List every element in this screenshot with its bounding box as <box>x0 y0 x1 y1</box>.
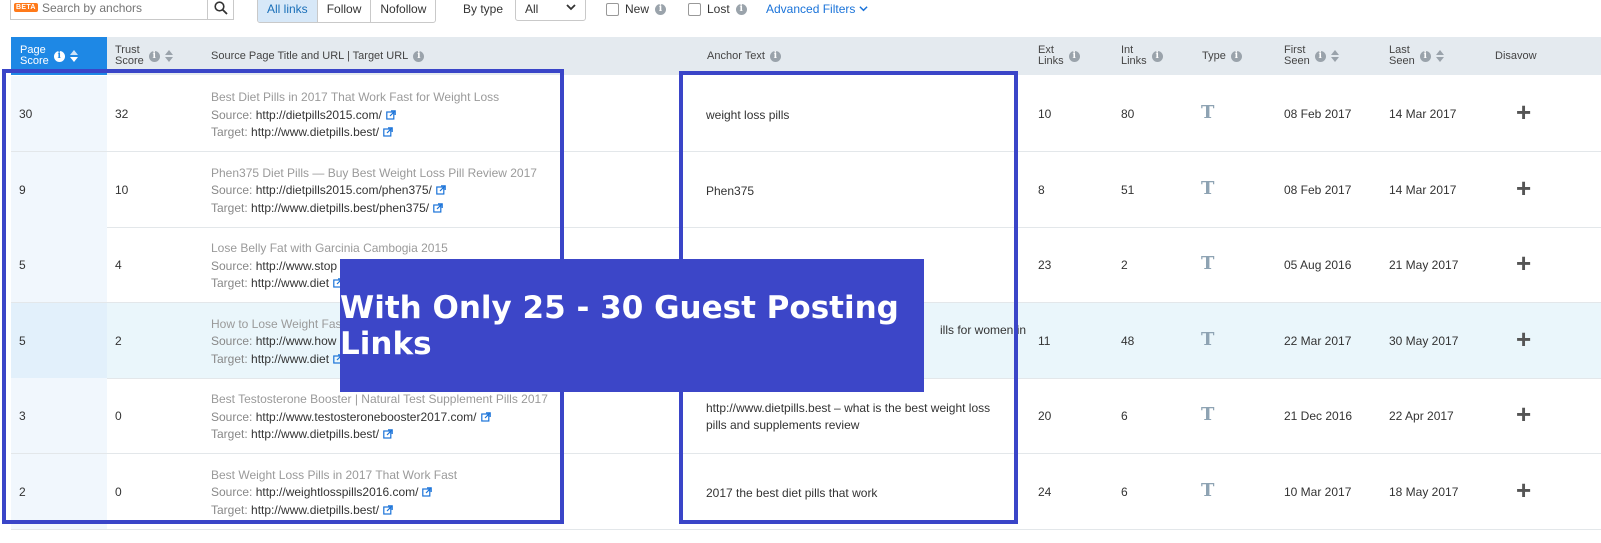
lost-filter[interactable]: Lost i <box>688 2 747 16</box>
beta-badge: BETA <box>14 3 38 12</box>
chevron-down-icon <box>859 6 868 12</box>
last-seen-date: 18 May 2017 <box>1389 484 1459 499</box>
info-icon: i <box>769 50 781 62</box>
int-links: 51 <box>1121 182 1135 197</box>
new-label: New <box>625 2 650 16</box>
by-type-label: By type <box>463 2 504 16</box>
anchor-search-box: BETA <box>10 0 234 20</box>
info-icon: i <box>1314 50 1326 62</box>
first-seen-date: 10 Mar 2017 <box>1284 484 1352 499</box>
info-icon: i <box>148 50 160 62</box>
column-label: Disavow <box>1495 49 1537 62</box>
advanced-filters-link[interactable]: Advanced Filters <box>766 2 868 16</box>
column-ext-links: Ext Links i <box>1038 37 1080 75</box>
column-first-seen[interactable]: First Seen i <box>1284 37 1339 75</box>
new-checkbox[interactable] <box>606 2 619 16</box>
column-label: Links <box>1121 55 1147 67</box>
int-links: 6 <box>1121 409 1128 423</box>
text-link-type-icon: T <box>1201 102 1215 123</box>
sort-icon[interactable] <box>69 50 78 62</box>
promo-banner: With Only 25 - 30 Guest Posting Links <box>340 259 924 392</box>
lost-checkbox[interactable] <box>688 2 701 16</box>
column-disavow: Disavow <box>1495 37 1537 75</box>
type-select-value: All <box>525 2 539 16</box>
disavow-plus-icon[interactable]: + <box>1516 326 1531 352</box>
disavow-plus-icon[interactable]: + <box>1516 250 1531 276</box>
text-link-type-icon: T <box>1201 404 1215 425</box>
info-icon: i <box>1068 50 1080 62</box>
column-type: Type i <box>1202 37 1242 75</box>
info-icon: i <box>735 3 747 15</box>
ext-links: 20 <box>1038 409 1052 423</box>
text-link-type-icon: T <box>1201 479 1215 501</box>
disavow-plus-icon[interactable]: + <box>1516 401 1531 427</box>
chevron-down-icon <box>566 4 576 11</box>
filter-toolbar: BETA All links Follow Nofollow By type A… <box>0 0 1601 30</box>
ext-links: 11 <box>1038 333 1051 348</box>
ext-links: 10 <box>1038 107 1052 121</box>
first-seen-date: 21 Dec 2016 <box>1284 409 1353 423</box>
info-icon: i <box>1151 50 1163 62</box>
last-seen-date: 14 Mar 2017 <box>1389 182 1457 197</box>
link-filter-group: All links Follow Nofollow <box>257 0 437 23</box>
sort-icon[interactable] <box>164 50 173 62</box>
int-links: 6 <box>1121 484 1128 499</box>
advanced-filters-label: Advanced Filters <box>766 2 856 16</box>
info-icon: i <box>1419 50 1431 62</box>
column-label: Source Page Title and URL | Target URL <box>211 49 409 62</box>
type-select[interactable]: All <box>515 0 586 21</box>
last-seen-date: 14 Mar 2017 <box>1389 107 1457 121</box>
ext-links: 23 <box>1038 258 1052 272</box>
first-seen-date: 22 Mar 2017 <box>1284 333 1352 348</box>
column-label: Score <box>20 55 49 67</box>
column-label: Score <box>115 55 144 67</box>
filter-all-links[interactable]: All links <box>258 0 317 22</box>
search-button[interactable] <box>207 0 234 20</box>
ext-links: 24 <box>1038 484 1052 499</box>
lost-label: Lost <box>707 2 730 16</box>
column-anchor-text: Anchor Text i <box>707 37 781 75</box>
first-seen-date: 05 Aug 2016 <box>1284 258 1352 272</box>
info-icon: i <box>413 50 425 62</box>
text-link-type-icon: T <box>1201 253 1215 274</box>
column-label: Seen <box>1284 55 1310 67</box>
sort-icon[interactable] <box>1435 50 1444 62</box>
filter-follow[interactable]: Follow <box>316 0 371 22</box>
disavow-plus-icon[interactable]: + <box>1516 477 1531 503</box>
info-icon: i <box>655 3 667 15</box>
column-label: Seen <box>1389 55 1415 67</box>
int-links: 80 <box>1121 107 1135 121</box>
last-seen-date: 22 Apr 2017 <box>1389 409 1454 423</box>
column-last-seen[interactable]: Last Seen i <box>1389 37 1444 75</box>
column-label: Anchor Text <box>707 49 765 62</box>
last-seen-date: 30 May 2017 <box>1389 333 1459 348</box>
filter-nofollow[interactable]: Nofollow <box>370 0 435 22</box>
column-label: Type <box>1202 49 1226 62</box>
int-links: 48 <box>1121 333 1135 348</box>
text-link-type-icon: T <box>1201 177 1215 199</box>
sort-icon[interactable] <box>1330 50 1339 62</box>
last-seen-date: 21 May 2017 <box>1389 258 1459 272</box>
search-icon <box>214 1 228 15</box>
info-icon: i <box>1230 50 1242 62</box>
first-seen-date: 08 Feb 2017 <box>1284 182 1352 197</box>
disavow-plus-icon[interactable]: + <box>1516 175 1531 201</box>
new-filter[interactable]: New i <box>606 2 667 16</box>
column-label: Links <box>1038 55 1064 67</box>
search-input[interactable] <box>40 0 214 16</box>
int-links: 2 <box>1121 258 1128 272</box>
text-link-type-icon: T <box>1201 328 1215 350</box>
disavow-plus-icon[interactable]: + <box>1516 99 1531 125</box>
column-int-links: Int Links i <box>1121 37 1163 75</box>
ext-links: 8 <box>1038 182 1045 197</box>
first-seen-date: 08 Feb 2017 <box>1284 107 1352 121</box>
info-icon: i <box>53 50 65 62</box>
